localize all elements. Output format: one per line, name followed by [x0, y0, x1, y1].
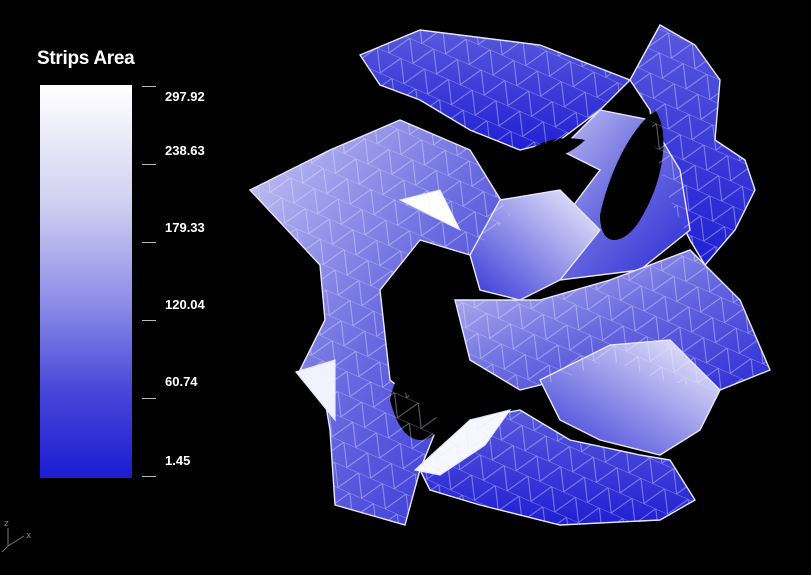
legend-tick-label: 179.33 — [165, 220, 205, 235]
legend-tick-label: 120.04 — [165, 297, 205, 312]
legend-tick-label: 238.63 — [165, 143, 205, 158]
legend-tick — [142, 398, 156, 399]
axis-z-label: z — [4, 519, 9, 529]
legend-tick — [142, 320, 156, 321]
legend-title: Strips Area — [37, 48, 135, 69]
legend-tick — [142, 164, 156, 165]
legend-tick-label: 60.74 — [165, 374, 198, 389]
legend-tick-label: 1.45 — [165, 453, 191, 468]
legend-tick — [142, 476, 156, 477]
axis-x-label: x — [26, 531, 32, 541]
legend-tick — [142, 86, 156, 87]
legend-tick-label: 297.92 — [165, 89, 205, 104]
color-scale-bar — [40, 85, 132, 478]
axis-gizmo-icon: z x — [0, 514, 40, 554]
legend-tick — [142, 242, 156, 243]
